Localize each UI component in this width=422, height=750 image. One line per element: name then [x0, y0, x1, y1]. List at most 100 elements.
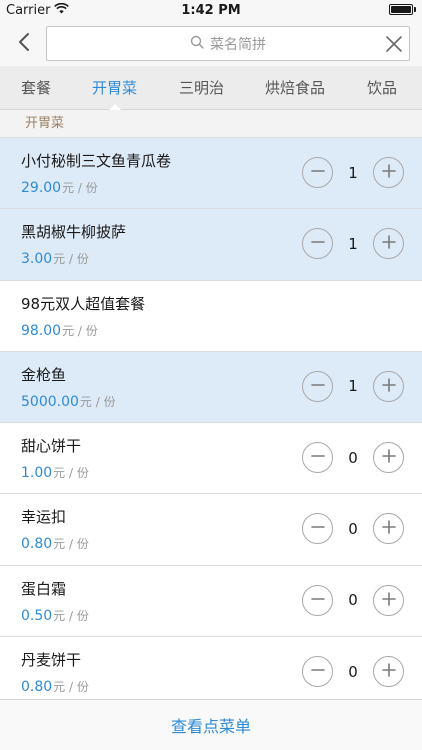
minus-icon [310, 448, 325, 467]
search-box: 菜名简拼 [46, 26, 410, 61]
item-price: 0.80 [21, 536, 53, 553]
list-item[interactable]: 黑胡椒牛柳披萨 3.00 元 / 份 1 [0, 209, 422, 281]
status-right [389, 4, 416, 15]
item-price-row: 0.50 元 / 份 [21, 607, 89, 624]
minus-icon [310, 163, 325, 182]
tab-sandwiches[interactable]: 三明治 [179, 66, 224, 110]
item-price: 1.00 [21, 465, 53, 482]
decrease-button[interactable] [302, 228, 333, 260]
category-tabs: 套餐 开胃菜 三明治 烘焙食品 饮品 [0, 66, 422, 110]
item-price-row: 1.00 元 / 份 [21, 464, 89, 481]
quantity-stepper: 1 [302, 370, 404, 402]
item-unit: 元 / 份 [62, 323, 98, 338]
increase-button[interactable] [373, 157, 404, 188]
list-item[interactable]: 甜心饼干 1.00 元 / 份 0 [0, 423, 422, 495]
view-order-button[interactable]: 查看点菜单 [171, 713, 251, 737]
decrease-button[interactable] [302, 656, 333, 688]
increase-button[interactable] [373, 656, 404, 688]
item-price: 3.00 [21, 251, 53, 268]
status-time: 1:42 PM [181, 3, 241, 18]
close-icon [385, 36, 403, 57]
tab-set-meal[interactable]: 套餐 [21, 66, 51, 110]
increase-button[interactable] [373, 442, 404, 474]
increase-button[interactable] [373, 228, 404, 260]
item-unit: 元 / 份 [79, 394, 116, 409]
quantity-value: 1 [348, 234, 358, 253]
minus-icon [310, 234, 325, 253]
tab-bakery[interactable]: 烘焙食品 [265, 66, 325, 110]
plus-icon [381, 448, 396, 467]
search-input[interactable] [47, 27, 409, 60]
list-item[interactable]: 幸运扣 0.80 元 / 份 0 [0, 494, 422, 566]
quantity-stepper: 0 [302, 656, 404, 688]
plus-icon [381, 234, 396, 253]
quantity-value: 1 [348, 377, 358, 396]
decrease-button[interactable] [302, 584, 333, 616]
item-price-row: 29.00 元 / 份 [21, 179, 98, 196]
quantity-value: 0 [348, 662, 358, 681]
increase-button[interactable] [373, 513, 404, 545]
list-item[interactable]: 98元双人超值套餐 98.00 元 / 份 [0, 280, 422, 352]
minus-icon [310, 591, 325, 610]
item-name: 金枪鱼 [21, 365, 67, 384]
item-price: 5000.00 [21, 393, 79, 410]
increase-button[interactable] [373, 370, 404, 402]
decrease-button[interactable] [302, 513, 333, 545]
item-unit: 元 / 份 [53, 608, 89, 623]
decrease-button[interactable] [302, 442, 333, 474]
item-unit: 元 / 份 [53, 537, 89, 552]
quantity-stepper: 0 [302, 442, 404, 474]
quantity-stepper: 0 [302, 513, 404, 545]
item-price-row: 98.00 元 / 份 [21, 322, 98, 339]
quantity-value: 0 [348, 448, 358, 467]
item-name: 蛋白霜 [21, 579, 67, 598]
quantity-value: 0 [348, 591, 358, 610]
item-name: 黑胡椒牛柳披萨 [21, 223, 127, 242]
item-unit: 元 / 份 [53, 466, 89, 481]
item-price: 29.00 [21, 180, 62, 196]
item-price: 0.50 [21, 607, 53, 624]
item-price-row: 5000.00 元 / 份 [21, 393, 116, 410]
quantity-stepper: 0 [302, 584, 404, 616]
item-name: 甜心饼干 [21, 437, 82, 456]
tab-drinks[interactable]: 饮品 [367, 66, 397, 110]
item-unit: 元 / 份 [53, 680, 89, 695]
list-item[interactable]: 小付秘制三文鱼青瓜卷 29.00 元 / 份 1 [0, 138, 422, 210]
item-price-row: 0.80 元 / 份 [21, 535, 89, 552]
increase-button[interactable] [373, 584, 404, 616]
item-name: 98元双人超值套餐 [21, 294, 146, 313]
menu-list: 小付秘制三文鱼青瓜卷 29.00 元 / 份 1 黑胡椒牛柳披萨 3.00 元 / 份 1 98… [0, 138, 422, 709]
item-price-row: 3.00 元 / 份 [21, 250, 89, 267]
plus-icon [381, 163, 396, 182]
item-name: 丹麦饼干 [21, 651, 82, 670]
item-unit: 元 / 份 [62, 181, 98, 195]
status-bar: Carrier 1:42 PM [0, 0, 422, 22]
plus-icon [381, 591, 396, 610]
plus-icon [381, 662, 396, 681]
item-unit: 元 / 份 [53, 252, 89, 267]
plus-icon [381, 377, 396, 396]
clear-search-button[interactable] [385, 35, 403, 53]
decrease-button[interactable] [302, 157, 333, 188]
quantity-value: 1 [348, 163, 358, 182]
item-price: 0.80 [21, 679, 53, 696]
list-item[interactable]: 金枪鱼 5000.00 元 / 份 1 [0, 351, 422, 424]
decrease-button[interactable] [302, 370, 333, 402]
minus-icon [310, 662, 325, 681]
list-item[interactable]: 蛋白霜 0.50 元 / 份 0 [0, 565, 422, 638]
minus-icon [310, 377, 325, 396]
quantity-stepper: 1 [302, 157, 404, 188]
quantity-stepper: 1 [302, 228, 404, 260]
battery-icon [389, 4, 413, 15]
item-price: 98.00 [21, 322, 62, 339]
item-name: 幸运扣 [21, 508, 67, 527]
back-button[interactable] [8, 28, 40, 60]
quantity-value: 0 [348, 519, 358, 538]
chevron-left-icon [18, 32, 30, 56]
nav-bar: 菜名简拼 [0, 22, 422, 66]
section-header: 开胃菜 [0, 110, 422, 138]
minus-icon [310, 519, 325, 538]
item-price-row: 0.80 元 / 份 [21, 678, 89, 695]
list-item[interactable]: 丹麦饼干 0.80 元 / 份 0 [0, 637, 422, 709]
footer-bar: 查看点菜单 [0, 699, 422, 750]
